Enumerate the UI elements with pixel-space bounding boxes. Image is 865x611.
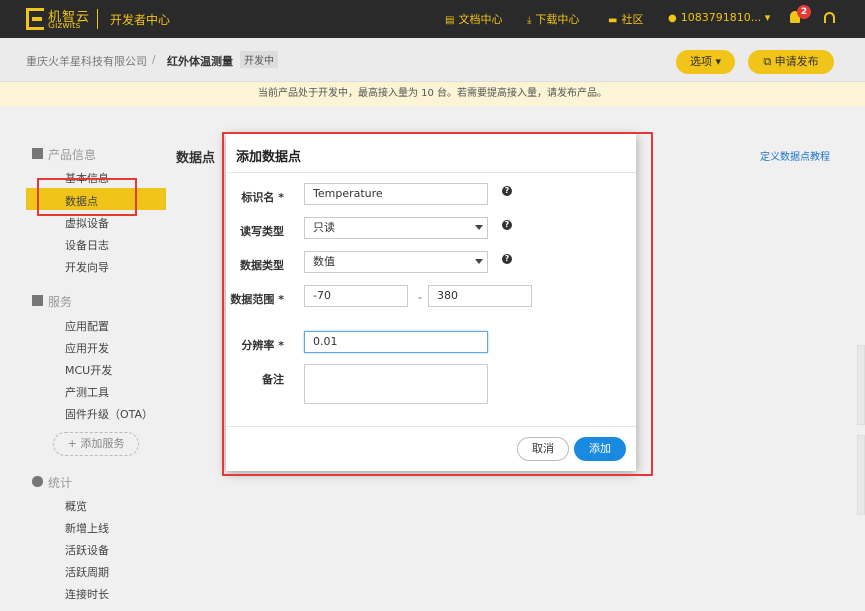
download-icon: ⤓ [527,15,532,26]
publish-button-label: 申请发布 [774,55,819,68]
sidebar-item-device-log[interactable]: 设备日志 [65,237,109,253]
user-icon: ● [668,13,677,24]
chat-icon: ▬ [608,15,618,26]
apple-icon [32,476,43,487]
highlight-box-sidebar [37,178,137,216]
side-tab[interactable] [857,435,865,515]
sidebar-item-overview[interactable]: 概览 [65,498,87,514]
sidebar-item-dev-guide[interactable]: 开发向导 [65,259,109,275]
side-tab[interactable] [857,345,865,425]
sidebar-section-product-info: 产品信息 [32,146,97,163]
document-icon: ▤ [445,15,455,26]
docs-link-label: 文档中心 [458,13,503,26]
downloads-link-label: 下载中心 [535,13,580,26]
logo-text-en: Gizwits [48,21,81,31]
breadcrumb-product: 红外体温测量 [167,55,233,68]
sidebar-section-label: 服务 [48,295,73,309]
sidebar-section-services: 服务 [32,293,73,310]
community-link[interactable]: ▬ 社区 [608,11,643,27]
user-name: 1083791810... [680,11,762,24]
grid-icon [32,148,43,159]
sidebar-section-label: 统计 [48,476,73,490]
sidebar-item-virtual-device[interactable]: 虚拟设备 [65,215,109,231]
external-link-icon: ⧉ [763,55,775,68]
page-title: 数据点 [176,151,216,166]
datapoint-tutorial-link[interactable]: 定义数据点教程 [760,148,830,163]
sidebar-item-connect-duration[interactable]: 连接时长 [65,586,109,602]
docs-link[interactable]: ▤ 文档中心 [445,11,502,27]
status-badge: 开发中 [240,51,278,68]
breadcrumb-bar: 重庆火羊星科技有限公司 / 红外体温测量 开发中 选项 ▾ ⧉ 申请发布 [0,38,865,82]
downloads-link[interactable]: ⤓ 下载中心 [527,11,579,27]
book-icon [32,295,43,306]
sidebar-item-active-devices[interactable]: 活跃设备 [65,542,109,558]
user-menu[interactable]: ● 1083791810... ▾ [668,11,770,24]
headset-icon[interactable] [824,12,835,23]
community-link-label: 社区 [621,13,644,26]
sidebar-item-active-period[interactable]: 活跃周期 [65,564,109,580]
notification-badge: 2 [797,5,811,19]
sidebar-item-ota[interactable]: 固件升级（OTA） [65,406,153,422]
publish-button[interactable]: ⧉ 申请发布 [748,50,834,74]
chevron-down-icon: ▾ [764,11,771,24]
logo-icon [26,8,44,30]
sidebar-section-stats: 统计 [32,474,73,491]
breadcrumb-company[interactable]: 重庆火羊星科技有限公司 [26,53,147,69]
add-service-button[interactable]: + 添加服务 [53,432,139,456]
sidebar-item-app-dev[interactable]: 应用开发 [65,340,109,356]
options-button[interactable]: 选项 ▾ [676,50,735,74]
sidebar-item-app-config[interactable]: 应用配置 [65,318,109,334]
sidebar-item-mcu-dev[interactable]: MCU开发 [65,362,112,378]
sidebar-item-new-online[interactable]: 新增上线 [65,520,109,536]
dev-notice-banner: 当前产品处于开发中，最高接入量为 10 台。若需要提高接入量，请发布产品。 [0,82,865,106]
top-navbar: 机智云 Gizwits 开发者中心 ▤ 文档中心 ⤓ 下载中心 ▬ 社区 ● 10837… [0,0,865,38]
gizwits-logo[interactable]: 机智云 Gizwits [26,6,89,32]
developer-center-label[interactable]: 开发者中心 [110,11,170,28]
breadcrumb-separator: / [152,53,156,66]
sidebar-section-label: 产品信息 [48,148,97,162]
nav-divider [97,9,98,29]
highlight-box-dialog [222,132,653,476]
sidebar-item-test-tool[interactable]: 产测工具 [65,384,109,400]
